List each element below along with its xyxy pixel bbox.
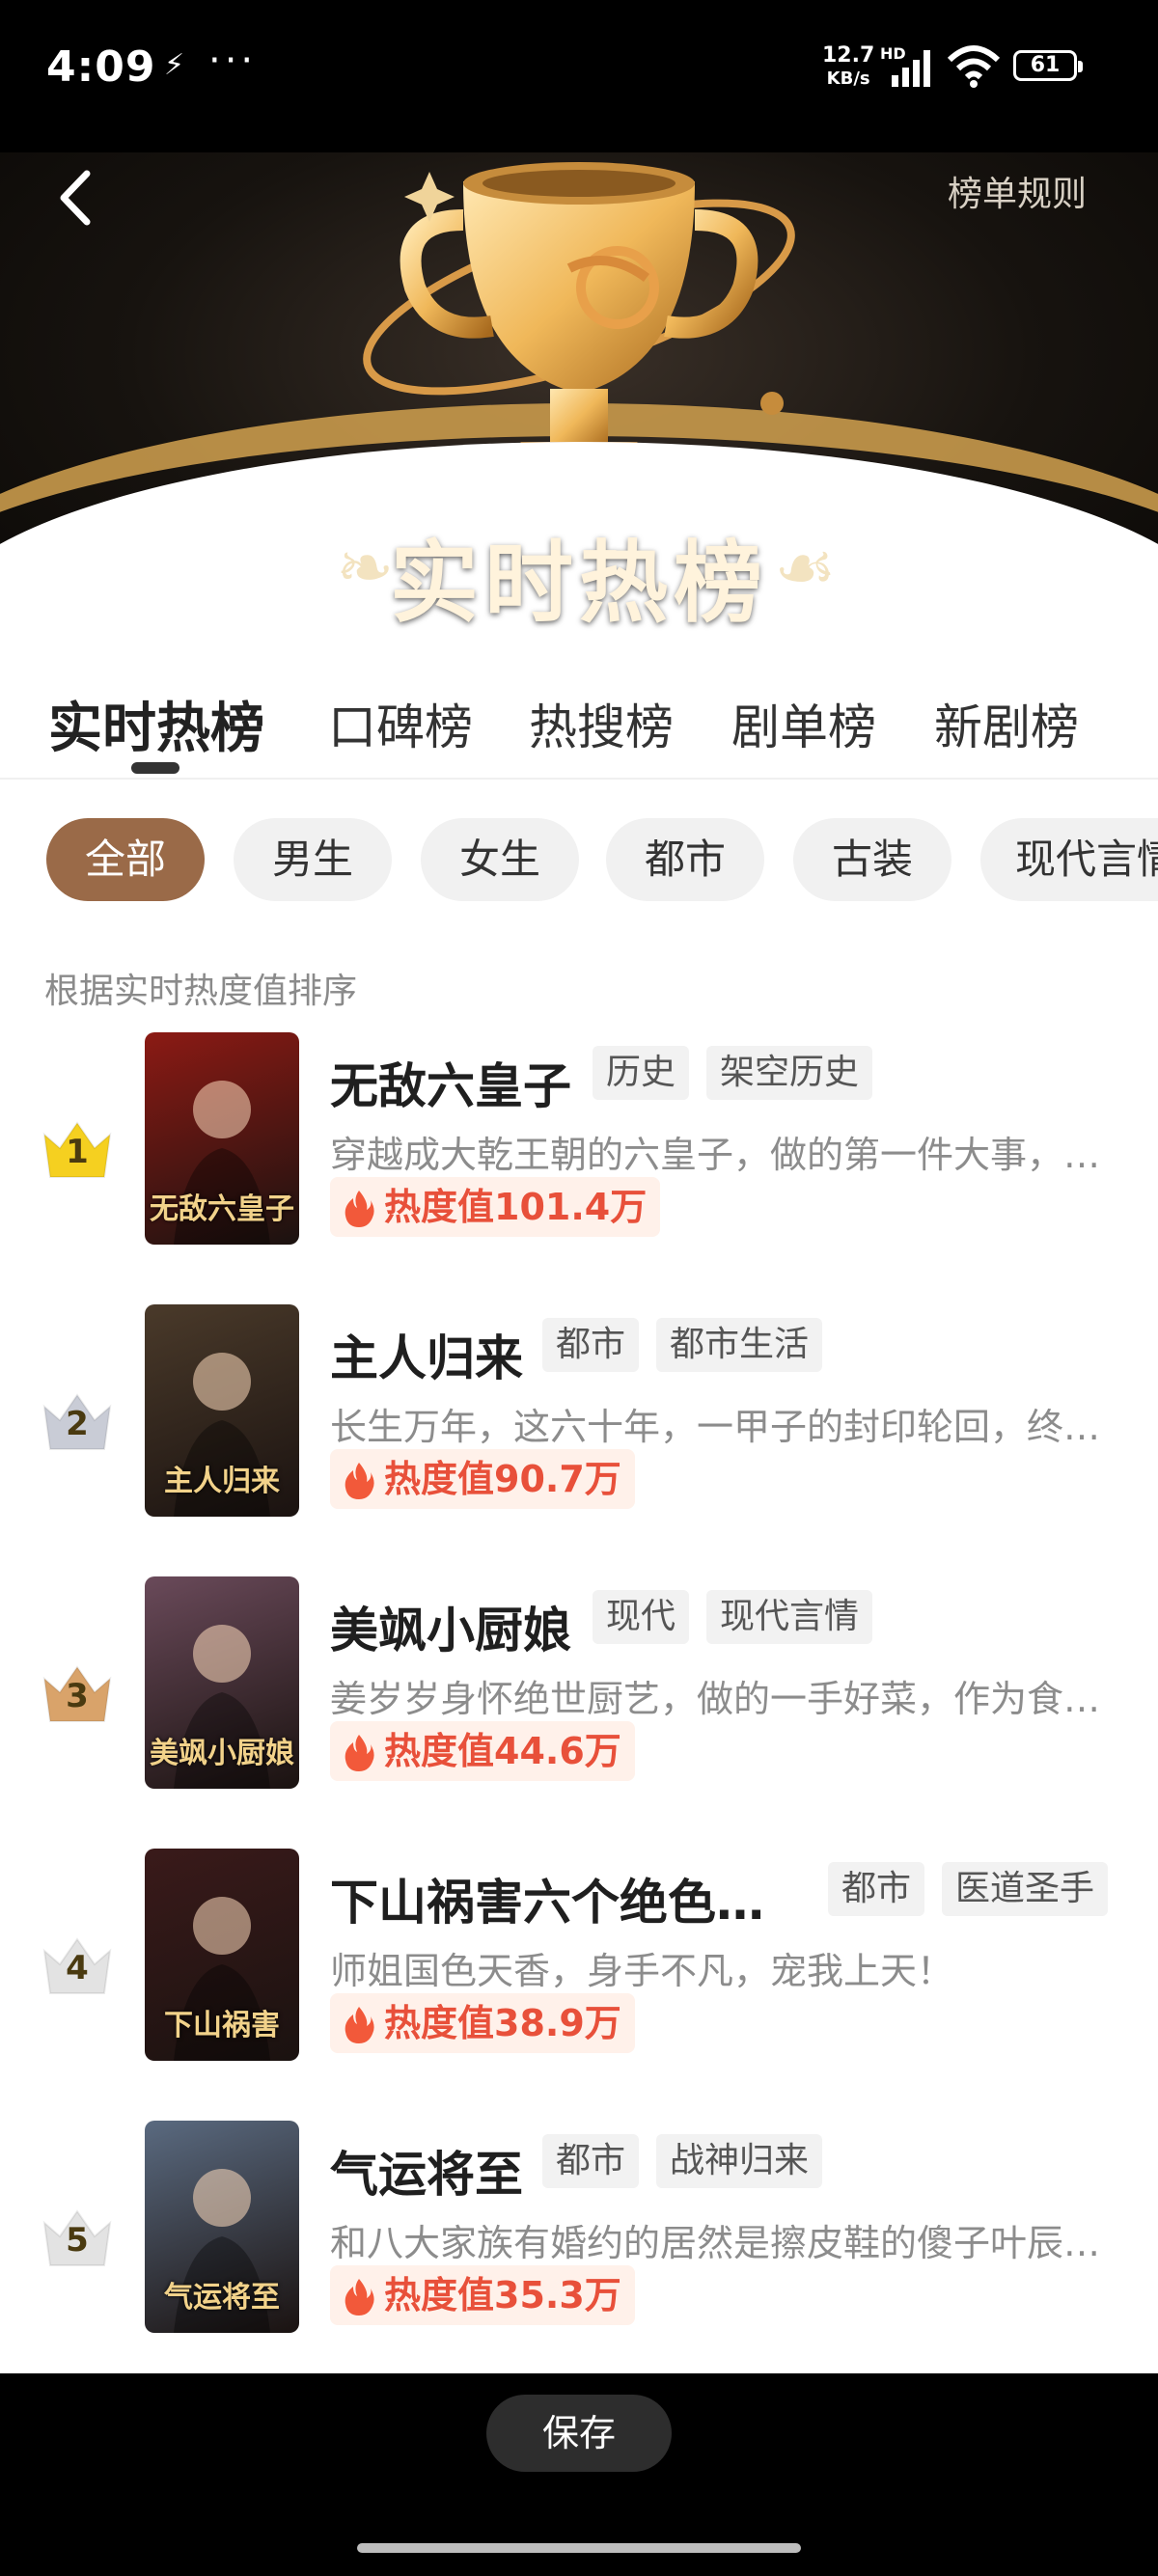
filter-costume[interactable]: 古装 <box>793 818 951 901</box>
poster-title: 无敌六皇子 <box>150 1192 294 1226</box>
poster-title: 主人归来 <box>164 1465 280 1498</box>
rank-number: 5 <box>66 2221 89 2260</box>
poster-title: 气运将至 <box>164 2281 280 2315</box>
rank-crown-icon: 1 <box>41 1113 114 1187</box>
ranking-content: 实时热榜 口碑榜 热搜榜 剧单榜 新剧榜 全部 男生 女生 都市 古装 现代言情… <box>0 654 1158 2373</box>
sort-hint: 根据实时热度值排序 <box>44 972 358 1011</box>
genre-tag: 架空历史 <box>706 1046 873 1100</box>
tab-reputation[interactable]: 口碑榜 <box>328 689 473 758</box>
drama-title[interactable]: 主人归来 <box>330 1320 523 1389</box>
laurel-right-icon: ☙ <box>774 527 837 608</box>
bottom-bar: 保存 <box>0 2373 1158 2576</box>
ranking-item[interactable]: 5 气运将至 气运将至 都市 战神归来 和八大家族有婚约的居然是擦皮鞋的傻子叶辰… 热度值3… <box>0 2121 1158 2344</box>
rank-number: 3 <box>66 1677 89 1715</box>
heat-badge: 热度值90.7万 <box>330 1449 635 1509</box>
drama-description: 和八大家族有婚约的居然是擦皮鞋的傻子叶辰… <box>330 2222 1101 2264</box>
signal-icon <box>892 50 930 87</box>
page-title: 实时热榜 <box>389 532 768 635</box>
rank-crown-icon: 5 <box>41 2202 114 2275</box>
genre-tag: 现代 <box>593 1590 690 1644</box>
heat-value: 热度值38.9万 <box>384 2002 621 2044</box>
rank-crown-icon: 4 <box>41 1930 114 2003</box>
tab-realtime-hot[interactable]: 实时热榜 <box>48 685 264 763</box>
tab-hot-search[interactable]: 热搜榜 <box>529 689 674 758</box>
status-time: 4:09 <box>46 42 156 92</box>
network-speed-value: 12.7 <box>822 43 875 68</box>
drama-poster[interactable]: 无敌六皇子 <box>145 1032 299 1245</box>
save-button[interactable]: 保存 <box>486 2395 672 2472</box>
charging-icon: ⚡ <box>164 48 185 82</box>
status-bar: 4:09 ⚡ ··· 12.7 KB/s HD 61 <box>0 0 1158 152</box>
ranking-item[interactable]: 1 无敌六皇子 无敌六皇子 历史 架空历史 穿越成大乾王朝的六皇子，做的第一件大事，… 热度… <box>0 1032 1158 1256</box>
flame-icon <box>345 1191 374 1227</box>
network-speed: 12.7 KB/s <box>822 44 874 91</box>
ranking-item[interactable]: 2 主人归来 主人归来 都市 都市生活 长生万年，这六十年，一甲子的封印轮回，终… 热度值9… <box>0 1304 1158 1528</box>
rank-number: 4 <box>66 1949 89 1987</box>
drama-poster[interactable]: 主人归来 <box>145 1304 299 1517</box>
network-speed-unit: KB/s <box>826 69 870 89</box>
genre-tag: 都市生活 <box>656 1318 823 1372</box>
rank-crown-icon: 2 <box>41 1385 114 1459</box>
genre-tag: 历史 <box>593 1046 690 1100</box>
heat-value: 热度值101.4万 <box>384 1186 648 1228</box>
drama-title[interactable]: 无敌六皇子 <box>330 1048 571 1117</box>
heat-value: 热度值44.6万 <box>384 1730 621 1772</box>
genre-tag: 都市 <box>828 1862 925 1916</box>
rank-number: 1 <box>66 1133 89 1171</box>
flame-icon <box>345 1463 374 1499</box>
heat-value: 热度值90.7万 <box>384 1458 621 1500</box>
more-notifications-icon: ··· <box>208 39 258 83</box>
heat-badge: 热度值38.9万 <box>330 1993 635 2053</box>
home-indicator <box>357 2543 801 2553</box>
filter-all[interactable]: 全部 <box>46 818 205 901</box>
tab-new-drama[interactable]: 新剧榜 <box>934 689 1079 758</box>
genre-tag: 现代言情 <box>706 1590 873 1644</box>
drama-poster[interactable]: 气运将至 <box>145 2121 299 2333</box>
drama-description: 穿越成大乾王朝的六皇子，做的第一件大事，… <box>330 1134 1101 1176</box>
active-tab-indicator <box>131 762 179 774</box>
drama-description: 师姐国色天香，身手不凡，宠我上天！ <box>330 1950 954 1992</box>
drama-description: 姜岁岁身怀绝世厨艺，做的一手好菜，作为食… <box>330 1678 1101 1720</box>
heat-badge: 热度值101.4万 <box>330 1177 661 1237</box>
filter-male[interactable]: 男生 <box>234 818 392 901</box>
filter-urban[interactable]: 都市 <box>606 818 764 901</box>
back-button[interactable] <box>48 164 106 232</box>
genre-tag: 医道圣手 <box>942 1862 1109 1916</box>
wifi-icon <box>947 45 1001 88</box>
drama-description: 长生万年，这六十年，一甲子的封印轮回，终… <box>330 1406 1101 1448</box>
tab-playlist[interactable]: 剧单榜 <box>731 689 876 758</box>
genre-tag: 都市 <box>542 1318 640 1372</box>
heat-value: 热度值35.3万 <box>384 2274 621 2316</box>
flame-icon <box>345 2007 374 2043</box>
drama-title[interactable]: 气运将至 <box>330 2136 523 2206</box>
filter-female[interactable]: 女生 <box>421 818 579 901</box>
flame-icon <box>345 2279 374 2316</box>
ranking-item[interactable]: 3 美飒小厨娘 美飒小厨娘 现代 现代言情 姜岁岁身怀绝世厨艺，做的一手好菜，作为食… 热度… <box>0 1576 1158 1800</box>
drama-title[interactable]: 下山祸害六个绝色… <box>330 1864 764 1933</box>
ranking-tabs: 实时热榜 口碑榜 热搜榜 剧单榜 新剧榜 <box>0 654 1158 780</box>
heat-badge: 热度值44.6万 <box>330 1721 635 1781</box>
poster-title: 下山祸害 <box>164 2009 280 2042</box>
rank-crown-icon: 3 <box>41 1658 114 1731</box>
flame-icon <box>345 1735 374 1771</box>
rank-number: 2 <box>66 1405 89 1443</box>
drama-title[interactable]: 美飒小厨娘 <box>330 1592 571 1661</box>
genre-tag: 战神归来 <box>656 2134 823 2188</box>
ranking-rules-link[interactable]: 榜单规则 <box>948 166 1087 216</box>
ranking-item[interactable]: 4 下山祸害 下山祸害六个绝色… 都市 医道圣手师姐国色天香，身手不凡，宠我上天！ 热度值… <box>0 1849 1158 2072</box>
filter-chips: 全部 男生 女生 都市 古装 现代言情 <box>0 818 1158 905</box>
drama-poster[interactable]: 下山祸害 <box>145 1849 299 2061</box>
genre-tag: 都市 <box>542 2134 640 2188</box>
drama-poster[interactable]: 美飒小厨娘 <box>145 1576 299 1789</box>
heat-badge: 热度值35.3万 <box>330 2265 635 2325</box>
battery-icon: 61 <box>1013 50 1083 81</box>
ranking-header-banner: 榜单规则 ❧ 实时热榜 ☙ <box>0 152 1158 654</box>
filter-modern-romance[interactable]: 现代言情 <box>980 818 1158 901</box>
poster-title: 美飒小厨娘 <box>150 1737 294 1770</box>
